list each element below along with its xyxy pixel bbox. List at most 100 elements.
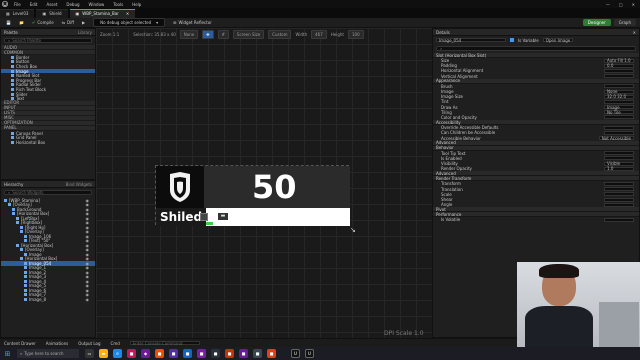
windows-start-icon[interactable]: ⊞ bbox=[3, 349, 12, 358]
diff-button[interactable]: ⇆ Diff bbox=[62, 20, 74, 25]
app-icon[interactable]: ■ bbox=[267, 349, 276, 358]
shield-image-box[interactable] bbox=[156, 166, 204, 208]
property-value[interactable] bbox=[604, 130, 634, 135]
property-value[interactable] bbox=[604, 84, 634, 89]
console-input[interactable]: Enter Console Command bbox=[129, 341, 200, 346]
property-value[interactable]: Auto Fill 1.0 bbox=[604, 58, 634, 63]
app-icon[interactable]: ■ bbox=[183, 349, 192, 358]
graph-button[interactable]: Graph bbox=[613, 19, 636, 26]
pan-tool-icon[interactable]: ✥ bbox=[202, 29, 214, 39]
property-value[interactable]: 0.0 bbox=[604, 63, 634, 68]
details-tab[interactable]: Details bbox=[436, 30, 450, 35]
slot-arrow-icon[interactable]: ▬ bbox=[218, 213, 228, 220]
close-icon[interactable]: ✕ bbox=[632, 2, 635, 7]
palette-search-input[interactable]: ⌕ Search Palette bbox=[4, 38, 92, 43]
property-value[interactable] bbox=[604, 197, 634, 202]
property-value[interactable] bbox=[604, 115, 634, 120]
cmd-dropdown[interactable]: Cmd bbox=[111, 341, 120, 346]
property-value[interactable] bbox=[604, 181, 634, 186]
property-value[interactable]: 1.0 bbox=[604, 166, 634, 171]
app-icon[interactable]: ■ bbox=[169, 349, 178, 358]
menu-tools[interactable]: Tools bbox=[113, 2, 123, 7]
tab-level03[interactable]: ▦ Level03 bbox=[0, 8, 35, 18]
property-value[interactable]: None bbox=[604, 89, 634, 94]
hierarchy-search-input[interactable]: ⌕ Search Widgets bbox=[4, 190, 92, 195]
content-drawer-button[interactable]: Content Drawer bbox=[4, 341, 36, 346]
property-value[interactable] bbox=[604, 217, 634, 222]
details-search-input[interactable]: ⌕ bbox=[436, 46, 636, 51]
property-value[interactable] bbox=[604, 74, 634, 79]
visual-studio-icon[interactable]: ◆ bbox=[141, 349, 150, 358]
taskbar-search-input[interactable]: ⌕ Type here to search bbox=[17, 349, 79, 358]
edge-icon[interactable]: e bbox=[113, 349, 122, 358]
menu-file[interactable]: File bbox=[14, 2, 21, 7]
custom-dropdown[interactable]: Custom bbox=[268, 29, 292, 39]
library-tab[interactable]: Library bbox=[78, 30, 92, 35]
none-dropdown[interactable]: None bbox=[179, 29, 199, 39]
widget-name-input[interactable]: Image_054 bbox=[436, 38, 506, 43]
hierarchy-node[interactable]: Image_8 ◉ bbox=[1, 297, 95, 302]
app-icon[interactable]: ■ bbox=[225, 349, 234, 358]
property-value[interactable]: No Tile bbox=[604, 110, 634, 115]
property-value[interactable] bbox=[604, 202, 634, 207]
close-icon[interactable]: ✕ bbox=[633, 30, 636, 35]
app-icon[interactable]: ■ bbox=[253, 349, 262, 358]
resize-handle-icon[interactable]: ↘ bbox=[350, 226, 356, 234]
app-icon[interactable]: ■ bbox=[155, 349, 164, 358]
menu-help[interactable]: Help bbox=[132, 2, 141, 7]
play-icon[interactable]: ▶ bbox=[82, 20, 85, 25]
property-value[interactable] bbox=[604, 99, 634, 104]
menu-edit[interactable]: Edit bbox=[30, 2, 38, 7]
designer-viewport[interactable]: Zoom 1:1 Selection: 35.83 x 40 None ✥ # … bbox=[96, 28, 432, 347]
property-value[interactable] bbox=[604, 151, 634, 156]
save-button[interactable]: 💾 bbox=[6, 20, 11, 25]
close-tab-icon[interactable]: ✕ bbox=[126, 11, 129, 16]
unreal-engine-icon[interactable]: U bbox=[305, 349, 314, 358]
app-icon[interactable]: ■ bbox=[211, 349, 220, 358]
slot-handle-left[interactable] bbox=[200, 213, 208, 221]
widget-reflector-button[interactable]: ⊞ Widget Reflector bbox=[173, 20, 212, 25]
file-explorer-icon[interactable]: ▬ bbox=[99, 349, 108, 358]
grid-snap-icon[interactable]: # bbox=[217, 29, 229, 39]
screen-size-dropdown[interactable]: Screen Size bbox=[232, 29, 265, 39]
minimize-icon[interactable]: — bbox=[606, 2, 610, 7]
property-value[interactable] bbox=[604, 68, 634, 73]
app-icon[interactable]: ■ bbox=[197, 349, 206, 358]
output-log-button[interactable]: Output Log bbox=[78, 341, 100, 346]
property-value[interactable]: Visible bbox=[604, 161, 634, 166]
property-value[interactable] bbox=[604, 187, 634, 192]
visibility-eye-icon[interactable]: ◉ bbox=[86, 297, 90, 302]
height-input[interactable]: 100 bbox=[347, 29, 364, 39]
property-value[interactable]: Not Accessible bbox=[598, 136, 634, 141]
task-view-icon[interactable]: ▭ bbox=[85, 349, 94, 358]
palette-item[interactable]: Horizontal Box bbox=[1, 140, 95, 145]
app-icon[interactable]: ■ bbox=[239, 349, 248, 358]
maximize-icon[interactable]: □ bbox=[619, 2, 623, 7]
menu-debug[interactable]: Debug bbox=[66, 2, 79, 7]
animations-button[interactable]: Animations bbox=[46, 341, 68, 346]
property-value[interactable] bbox=[604, 125, 634, 130]
bind-widgets-tab[interactable]: Bind Widgets bbox=[66, 182, 92, 187]
palette-tab[interactable]: Palette bbox=[4, 30, 18, 35]
property-value[interactable] bbox=[604, 156, 634, 161]
unreal-engine-icon[interactable]: U bbox=[291, 349, 300, 358]
tab-shield[interactable]: ▣ Shield bbox=[36, 8, 68, 18]
property-value[interactable]: Image bbox=[604, 105, 634, 110]
browse-button[interactable]: 📁 bbox=[19, 20, 24, 25]
app-icon[interactable]: ■ bbox=[127, 349, 136, 358]
compile-button[interactable]: ✔ Compile bbox=[32, 20, 54, 25]
open-image-button[interactable]: Open Image bbox=[542, 38, 574, 43]
shield-icon bbox=[170, 172, 190, 202]
debug-filter-dropdown[interactable]: No debug object selected ▾ bbox=[93, 18, 166, 27]
width-input[interactable]: 467 bbox=[311, 29, 327, 39]
tab-wbp-stamina-bar[interactable]: ▣ WBP_Stamina_Bar ✕ bbox=[69, 8, 136, 18]
is-variable-checkbox[interactable] bbox=[510, 38, 514, 42]
menu-asset[interactable]: Asset bbox=[46, 2, 57, 7]
property-value[interactable] bbox=[604, 192, 634, 197]
hierarchy-tab[interactable]: Hierarchy bbox=[4, 182, 23, 187]
reflector-icon: ⊞ bbox=[173, 20, 177, 25]
stamina-widget[interactable]: 50 Shiled ▬ bbox=[155, 165, 350, 226]
property-value[interactable]: 32.0 32.0 bbox=[604, 94, 634, 99]
menu-window[interactable]: Window bbox=[89, 2, 105, 7]
designer-button[interactable]: Designer bbox=[582, 19, 611, 26]
